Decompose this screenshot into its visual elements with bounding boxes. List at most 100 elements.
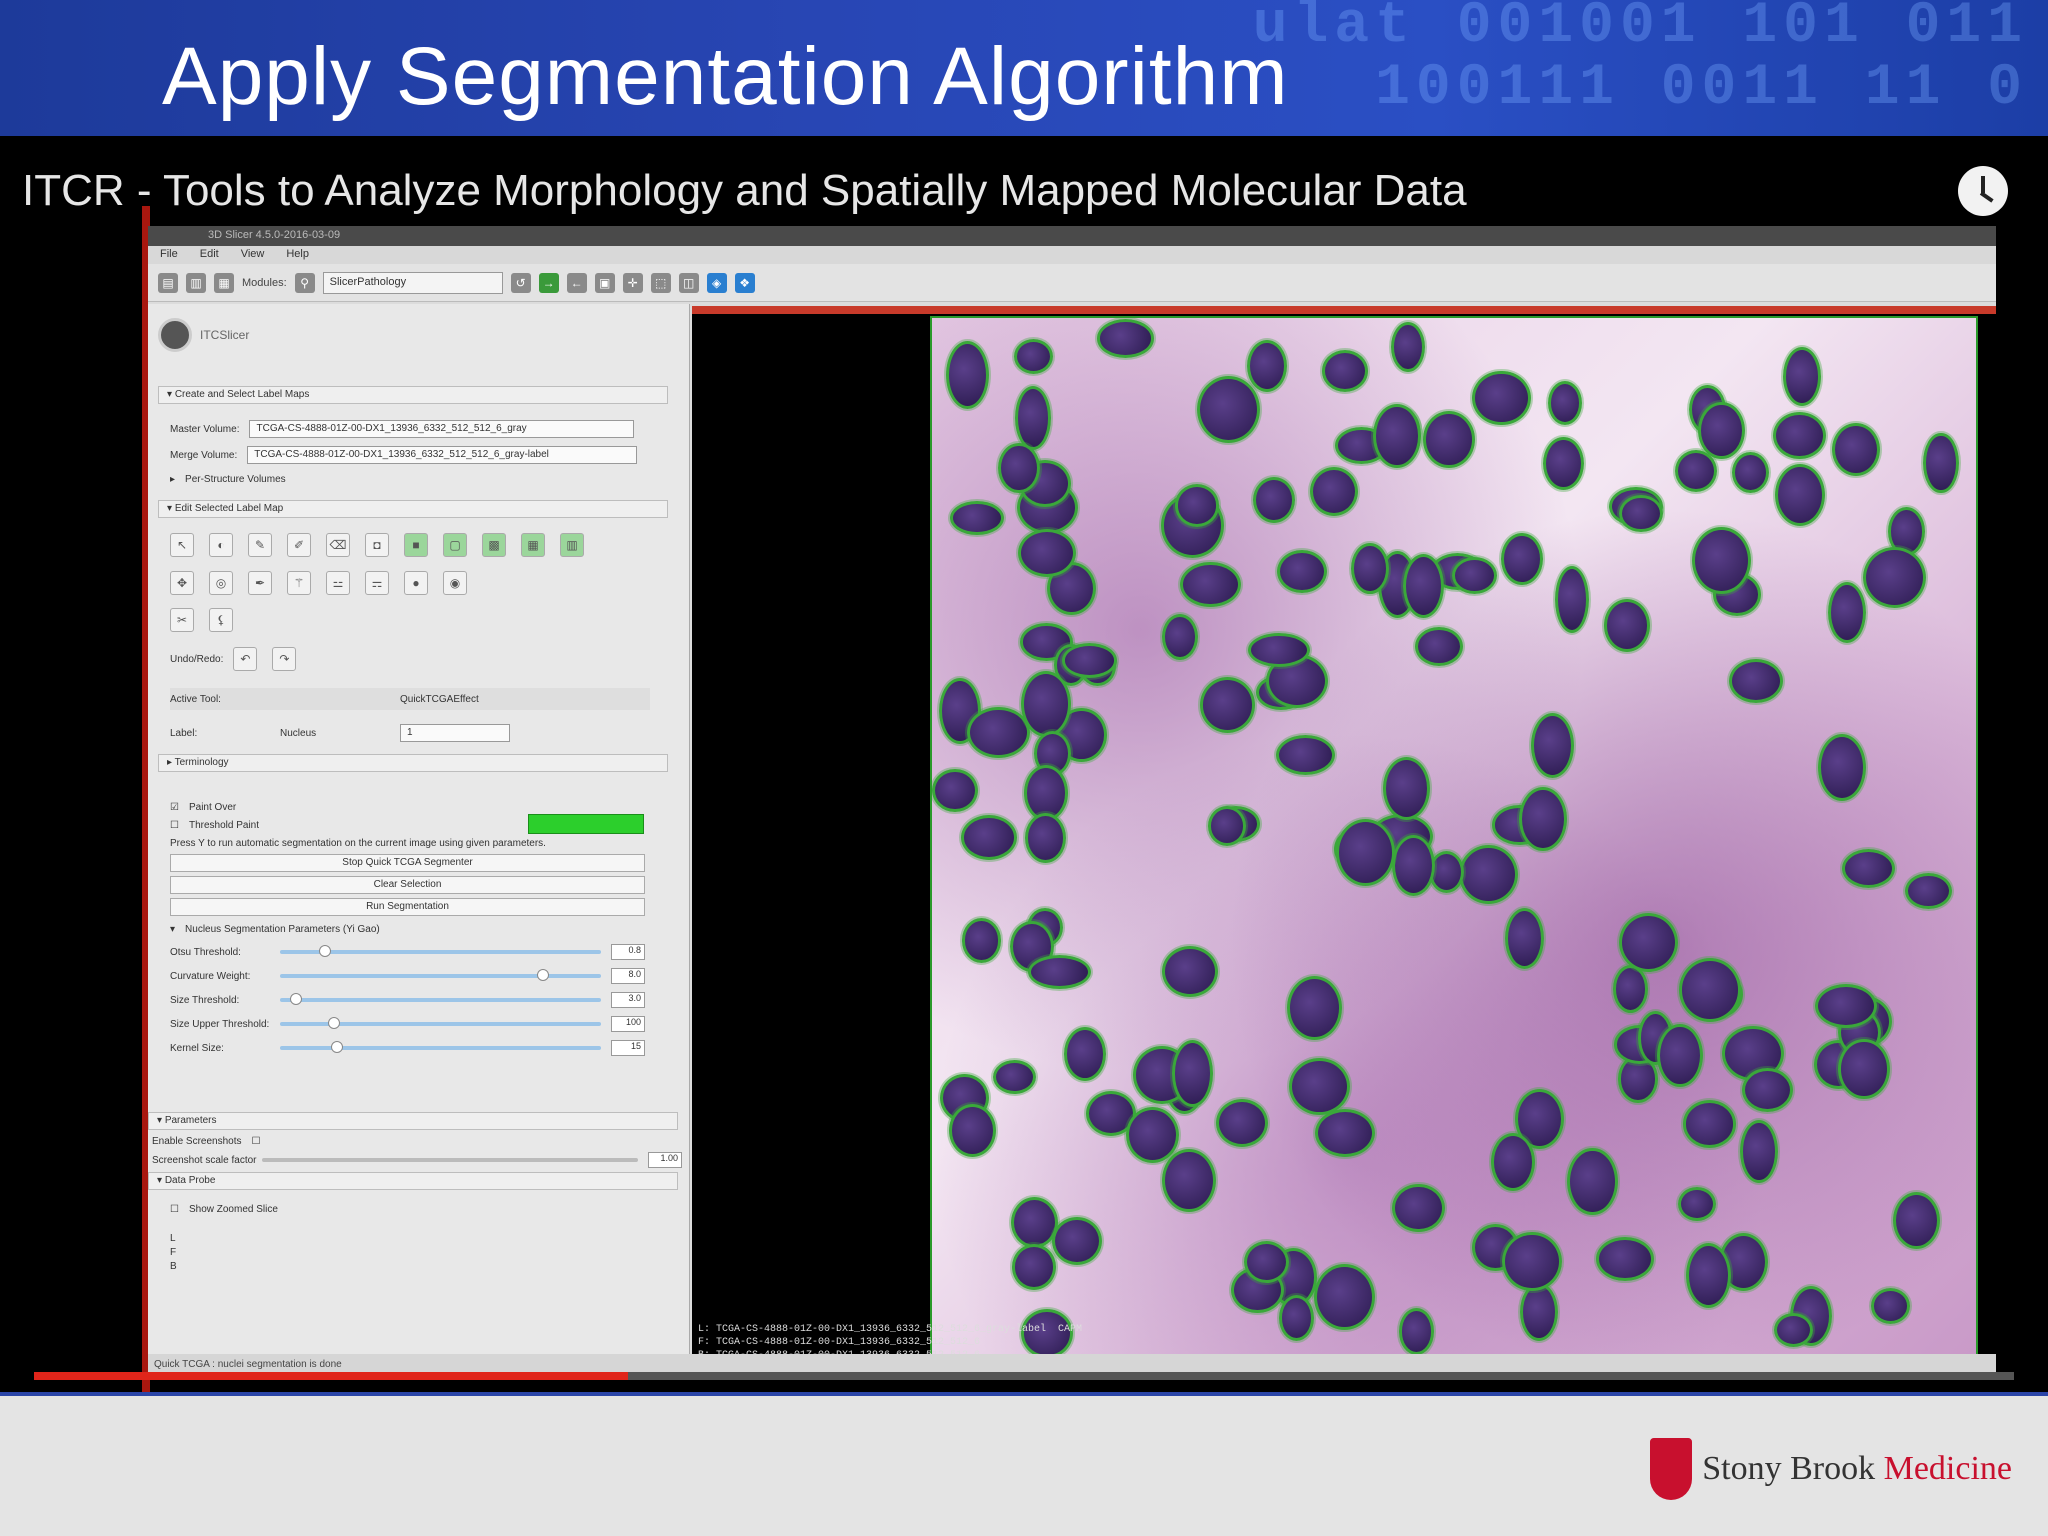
per-structure-volumes[interactable]: ▸ Per-Structure Volumes: [170, 468, 286, 490]
change-label-icon[interactable]: ⚎: [365, 571, 389, 595]
python-icon[interactable]: ❖: [734, 272, 755, 293]
erase-icon[interactable]: ⌫: [326, 533, 350, 557]
segmented-nucleus: [1161, 945, 1218, 997]
island-icon[interactable]: ◎: [209, 571, 233, 595]
history-icon[interactable]: ↺: [510, 272, 531, 293]
run-segmentation-button[interactable]: Run Segmentation: [170, 898, 645, 916]
erode-icon[interactable]: ▥: [560, 533, 584, 557]
segmented-nucleus: [948, 1104, 996, 1157]
merge-volume-select[interactable]: TCGA-CS-4888-01Z-00-DX1_13936_6332_512_5…: [247, 446, 638, 464]
master-volume-select[interactable]: TCGA-CS-4888-01Z-00-DX1_13936_6332_512_5…: [249, 420, 635, 438]
screenshot-scale-value[interactable]: 1.00: [648, 1152, 682, 1168]
slider-thumb[interactable]: [331, 1041, 344, 1053]
draw-icon[interactable]: ✐: [287, 533, 311, 557]
video-title[interactable]: ITCR - Tools to Analyze Morphology and S…: [22, 166, 1467, 216]
label-name: Nucleus: [280, 727, 317, 739]
slider-value[interactable]: 8.0: [611, 968, 645, 984]
menu-help[interactable]: Help: [286, 248, 309, 262]
slider-thumb[interactable]: [318, 945, 331, 957]
menu-edit[interactable]: Edit: [200, 248, 219, 262]
merge-volume-row: Merge Volume: TCGA-CS-4888-01Z-00-DX1_13…: [170, 444, 638, 466]
load-data-icon[interactable]: ▤: [158, 272, 178, 293]
dicom-icon[interactable]: ▥: [186, 272, 206, 293]
segmented-nucleus: [1472, 370, 1531, 426]
size-upper-threshold-slider[interactable]: Size Upper Threshold: 100: [170, 1014, 645, 1034]
menu-file[interactable]: File: [160, 248, 178, 262]
segmented-nucleus: [1207, 806, 1247, 847]
screenshot-icon[interactable]: ◫: [678, 272, 699, 293]
redo-icon[interactable]: ↷: [272, 647, 297, 671]
pathology-image[interactable]: [930, 316, 1978, 1360]
segmented-nucleus: [961, 918, 1002, 963]
label-color-swatch[interactable]: [528, 814, 644, 834]
module-select[interactable]: SlicerPathology: [322, 271, 503, 294]
wand-icon[interactable]: ⚚: [287, 571, 311, 595]
clock-icon[interactable]: [1958, 166, 2008, 216]
segmented-nucleus: [1923, 432, 1959, 494]
curvature-weight-slider[interactable]: Curvature Weight: 8.0: [170, 966, 645, 986]
segmented-nucleus: [1838, 1039, 1890, 1099]
threshold-icon[interactable]: ■: [404, 533, 428, 557]
layout-icon[interactable]: ▣: [594, 272, 615, 293]
colors-icon[interactable]: ◐: [209, 533, 233, 557]
enable-screenshots-checkbox[interactable]: Enable Screenshots ☐: [152, 1130, 260, 1152]
section-data-probe[interactable]: ▾ Data Probe: [148, 1172, 678, 1190]
video-player[interactable]: ITCR - Tools to Analyze Morphology and S…: [0, 136, 2048, 1394]
section-create-label-maps[interactable]: ▾ Create and Select Label Maps: [158, 386, 668, 404]
segmented-nucleus: [1161, 1148, 1216, 1213]
back-icon[interactable]: ←: [566, 272, 587, 293]
slider-value[interactable]: 100: [611, 1016, 645, 1032]
quick-tcga-icon[interactable]: ✂: [170, 608, 194, 632]
brush-icon[interactable]: ✒: [248, 571, 272, 595]
segmented-nucleus: [1773, 1312, 1813, 1347]
paint-icon[interactable]: ✎: [248, 533, 272, 557]
segmented-nucleus: [1490, 1132, 1536, 1191]
make-model-icon[interactable]: ●: [404, 571, 428, 595]
dilate-icon[interactable]: ▦: [521, 533, 545, 557]
kernel-size-slider[interactable]: Kernel Size: 15: [170, 1038, 645, 1058]
section-nucleus-params[interactable]: ▾ Nucleus Segmentation Parameters (Yi Ga…: [170, 918, 380, 940]
segmented-nucleus: [1126, 1106, 1180, 1163]
segmented-nucleus: [1252, 477, 1296, 524]
search-icon[interactable]: ⚲: [294, 272, 315, 293]
slider-value[interactable]: 15: [611, 1040, 645, 1056]
extension-icon[interactable]: ◈: [706, 272, 727, 293]
screenshot-scale-slider[interactable]: Screenshot scale factor 1.00: [152, 1150, 682, 1170]
video-progress-bar[interactable]: [34, 1372, 2014, 1380]
level-tracing-icon[interactable]: ◘: [365, 533, 389, 557]
menu-view[interactable]: View: [241, 248, 265, 262]
crosshair-icon[interactable]: ✛: [622, 272, 643, 293]
save-icon[interactable]: ▦: [214, 272, 234, 293]
quick-tcga-contour-icon[interactable]: ⚸: [209, 608, 233, 632]
mouse-icon[interactable]: ⬚: [650, 272, 671, 293]
forward-icon[interactable]: →: [538, 272, 559, 293]
segmented-nucleus: [1741, 1068, 1793, 1113]
undo-icon[interactable]: ↶: [233, 647, 258, 671]
size-threshold-slider[interactable]: Size Threshold: 3.0: [170, 990, 645, 1010]
slider-thumb[interactable]: [328, 1017, 341, 1029]
slider-value[interactable]: 0.8: [611, 944, 645, 960]
segmented-nucleus: [1697, 401, 1745, 460]
section-terminology[interactable]: ▸ Terminology: [158, 754, 668, 772]
clear-selection-button[interactable]: Clear Selection: [170, 876, 645, 894]
section-parameters[interactable]: ▾ Parameters: [148, 1112, 678, 1130]
segmented-nucleus: [1063, 1026, 1107, 1081]
slider-thumb[interactable]: [289, 993, 302, 1005]
change-island-icon[interactable]: ⚍: [326, 571, 350, 595]
stop-segmenter-button[interactable]: Stop Quick TCGA Segmenter: [170, 854, 645, 872]
segmented-nucleus: [1162, 614, 1199, 661]
show-zoomed-slice-checkbox[interactable]: ☐ Show Zoomed Slice: [170, 1198, 278, 1220]
viewer-slider-bar[interactable]: [692, 306, 1996, 314]
grow-cut-icon[interactable]: ▩: [482, 533, 506, 557]
segmented-nucleus: [1542, 437, 1584, 491]
label-value-spin[interactable]: 1: [400, 724, 510, 742]
rectangle-icon[interactable]: ▢: [443, 533, 467, 557]
slice-viewer[interactable]: L: TCGA-CS-4888-01Z-00-DX1_13936_6332_51…: [692, 306, 1996, 1376]
section-edit-label-map[interactable]: ▾ Edit Selected Label Map: [158, 500, 668, 518]
otsu-threshold-slider[interactable]: Otsu Threshold: 0.8: [170, 942, 645, 962]
target-icon[interactable]: ◉: [443, 571, 467, 595]
slider-value[interactable]: 3.0: [611, 992, 645, 1008]
slider-thumb[interactable]: [536, 969, 549, 981]
pointer-icon[interactable]: ↖: [170, 533, 194, 557]
move-icon[interactable]: ✥: [170, 571, 194, 595]
